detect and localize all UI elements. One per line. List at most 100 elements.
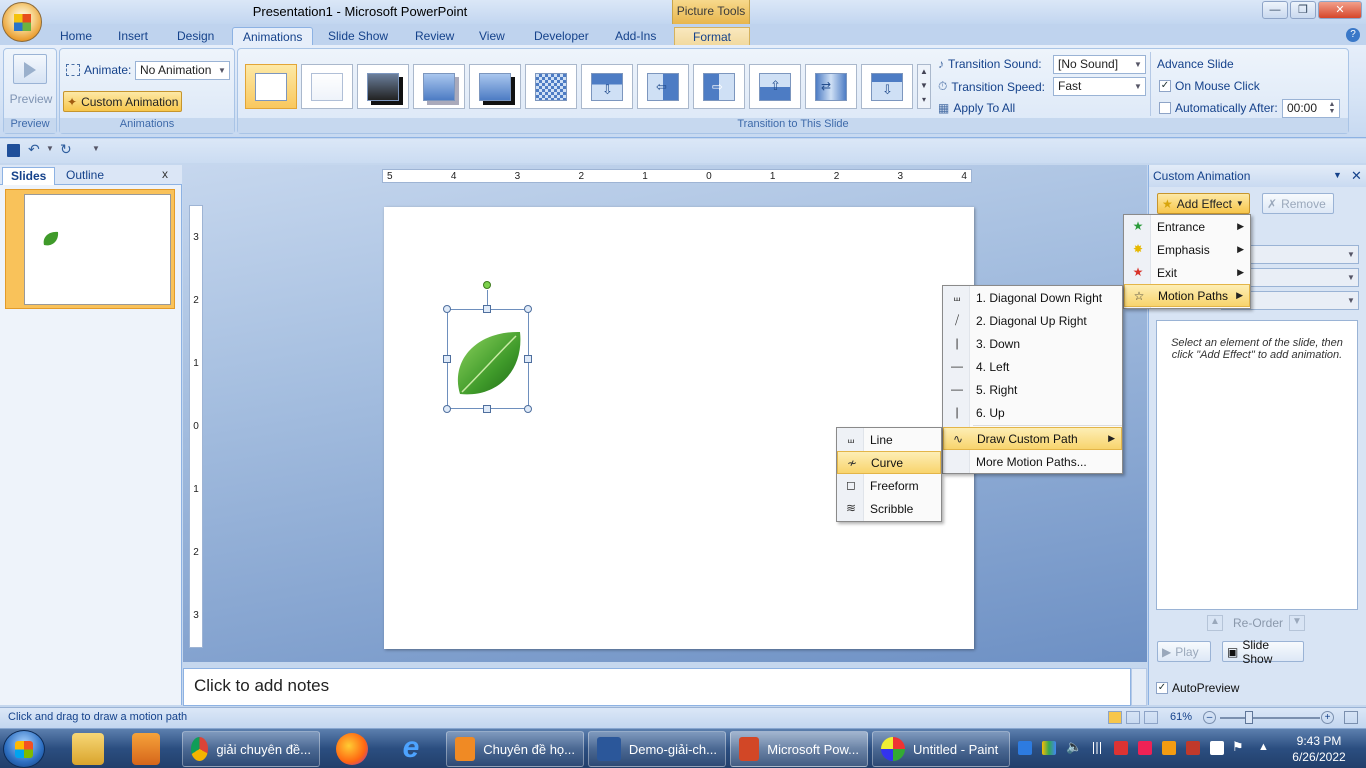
taskbar-item-paint[interactable]: Untitled - Paint bbox=[872, 731, 1010, 767]
taskbar-item-chrome[interactable]: giải chuyên đề... bbox=[182, 731, 320, 767]
minimize-button[interactable]: — bbox=[1262, 1, 1288, 19]
menu-item-left[interactable]: — 4. Left bbox=[943, 355, 1122, 378]
tab-outline[interactable]: Outline bbox=[58, 167, 112, 185]
menu-item-entrance[interactable]: ★ Entrance ▶ bbox=[1124, 215, 1250, 238]
on-mouse-click-checkbox[interactable]: ✓ On Mouse Click bbox=[1159, 79, 1260, 93]
normal-view-icon[interactable] bbox=[1108, 711, 1122, 724]
close-button[interactable]: ✕ bbox=[1318, 1, 1362, 19]
play-button[interactable]: ▶ Play bbox=[1157, 641, 1211, 662]
tab-review[interactable]: Review bbox=[405, 27, 464, 47]
menu-item-right[interactable]: — 5. Right bbox=[943, 378, 1122, 401]
resize-handle-top-right[interactable] bbox=[524, 305, 532, 313]
start-button[interactable] bbox=[3, 730, 45, 768]
resize-handle-right[interactable] bbox=[524, 355, 532, 363]
tray-app-icon[interactable] bbox=[1162, 741, 1176, 755]
tab-developer[interactable]: Developer bbox=[524, 27, 599, 47]
transition-dissolve[interactable] bbox=[525, 64, 577, 109]
tab-format[interactable]: Format bbox=[674, 27, 750, 47]
zoom-in-icon[interactable]: + bbox=[1321, 711, 1334, 724]
resize-handle-bottom-right[interactable] bbox=[524, 405, 532, 413]
slide-sorter-icon[interactable] bbox=[1126, 711, 1140, 724]
transition-sound-dropdown[interactable]: [No Sound] ▼ bbox=[1053, 55, 1146, 74]
task-pane-menu-icon[interactable]: ▼ bbox=[1333, 170, 1342, 180]
customize-qat-icon[interactable]: ▼ bbox=[92, 144, 100, 153]
notes-scrollbar[interactable] bbox=[1131, 668, 1147, 706]
menu-item-line[interactable]: ⧢ Line bbox=[837, 428, 941, 451]
transition-fade-smoothly[interactable] bbox=[301, 64, 353, 109]
apply-to-all-button[interactable]: ▦ Apply To All bbox=[938, 101, 1015, 115]
redo-icon[interactable]: ↻ bbox=[60, 141, 72, 158]
slide-thumbnail[interactable] bbox=[5, 189, 175, 309]
transition-cut-through-black[interactable] bbox=[469, 64, 521, 109]
menu-item-draw-custom-path[interactable]: ∿ Draw Custom Path ▶ bbox=[943, 427, 1122, 450]
custom-animation-button[interactable]: ✦ Custom Animation bbox=[63, 91, 183, 112]
network-icon[interactable] bbox=[1090, 742, 1104, 754]
close-panel-icon[interactable]: x bbox=[162, 167, 168, 181]
media-player-icon[interactable] bbox=[132, 733, 160, 765]
tray-unikey-icon[interactable] bbox=[1138, 741, 1152, 755]
undo-icon[interactable]: ↶ bbox=[28, 141, 40, 158]
tab-slide-show[interactable]: Slide Show bbox=[318, 27, 398, 47]
tab-view[interactable]: View bbox=[469, 27, 515, 47]
zoom-level[interactable]: 61% bbox=[1170, 711, 1192, 723]
transition-split[interactable]: ⇄ bbox=[805, 64, 857, 109]
menu-item-diagonal-up-right[interactable]: ⧸ 2. Diagonal Up Right bbox=[943, 309, 1122, 332]
tab-add-ins[interactable]: Add-Ins bbox=[605, 27, 666, 47]
menu-item-more-motion-paths[interactable]: More Motion Paths... bbox=[943, 450, 1122, 473]
slide-show-button[interactable]: ▣ Slide Show bbox=[1222, 638, 1304, 666]
task-pane-close-icon[interactable]: ✕ bbox=[1351, 168, 1362, 184]
transition-wipe-down[interactable]: ⇩ bbox=[581, 64, 633, 109]
zoom-slider[interactable] bbox=[1220, 717, 1320, 719]
slide-show-view-icon[interactable] bbox=[1144, 711, 1158, 724]
resize-handle-top-left[interactable] bbox=[443, 305, 451, 313]
menu-item-motion-paths[interactable]: ☆ Motion Paths ▶ bbox=[1124, 284, 1250, 307]
transition-gallery-scroll[interactable]: ▲ ▼ ▾ bbox=[917, 64, 931, 109]
taskbar-item-pdf[interactable]: Chuyên đề họ... bbox=[446, 731, 584, 767]
menu-item-curve[interactable]: ≁ Curve bbox=[837, 451, 941, 474]
help-icon[interactable]: ? bbox=[1346, 28, 1360, 42]
maximize-button[interactable]: ❐ bbox=[1290, 1, 1316, 19]
transition-wipe-left[interactable]: ⇦ bbox=[637, 64, 689, 109]
transition-wipe-up[interactable]: ⇧ bbox=[749, 64, 801, 109]
resize-handle-bottom-left[interactable] bbox=[443, 405, 451, 413]
save-icon[interactable] bbox=[7, 144, 20, 157]
menu-item-exit[interactable]: ★ Exit ▶ bbox=[1124, 261, 1250, 284]
transition-speed-dropdown[interactable]: Fast ▼ bbox=[1053, 77, 1146, 96]
action-center-flag-icon[interactable]: ⚑ bbox=[1232, 739, 1244, 755]
transition-fade-through-black[interactable] bbox=[357, 64, 409, 109]
reorder-up-icon[interactable]: ▲ bbox=[1207, 615, 1223, 631]
zoom-slider-thumb[interactable] bbox=[1245, 711, 1253, 724]
remove-button[interactable]: ✗ Remove bbox=[1262, 193, 1334, 214]
transition-uncover-down[interactable]: ⇩ bbox=[861, 64, 913, 109]
menu-item-up[interactable]: | 6. Up bbox=[943, 401, 1122, 424]
menu-item-down[interactable]: | 3. Down bbox=[943, 332, 1122, 355]
resize-handle-top[interactable] bbox=[483, 305, 491, 313]
tray-adobe-icon[interactable] bbox=[1114, 741, 1128, 755]
reorder-down-icon[interactable]: ▼ bbox=[1289, 615, 1305, 631]
show-hidden-icon[interactable]: ▲ bbox=[1258, 741, 1269, 753]
internet-explorer-icon[interactable]: e bbox=[395, 733, 427, 765]
tray-app2-icon[interactable] bbox=[1210, 741, 1224, 755]
tab-animations[interactable]: Animations bbox=[232, 27, 314, 47]
autopreview-checkbox[interactable]: ✓ AutoPreview bbox=[1156, 681, 1239, 695]
transition-cut[interactable] bbox=[413, 64, 465, 109]
menu-item-freeform[interactable]: ◻ Freeform bbox=[837, 474, 941, 497]
taskbar-item-word[interactable]: Demo-giải-ch... bbox=[588, 731, 726, 767]
tab-design[interactable]: Design bbox=[167, 27, 224, 47]
tray-vivaldi-icon[interactable] bbox=[1186, 741, 1200, 755]
taskbar-item-powerpoint[interactable]: Microsoft Pow... bbox=[730, 731, 868, 767]
tab-insert[interactable]: Insert bbox=[108, 27, 158, 47]
tab-slides[interactable]: Slides bbox=[2, 167, 56, 185]
office-button[interactable] bbox=[2, 2, 42, 42]
system-clock[interactable]: 9:43 PM 6/26/2022 bbox=[1284, 733, 1354, 765]
transition-none[interactable] bbox=[245, 64, 297, 109]
add-effect-button[interactable]: ★ Add Effect ▼ bbox=[1157, 193, 1250, 214]
notes-pane[interactable]: Click to add notes bbox=[183, 668, 1131, 706]
zoom-out-icon[interactable]: – bbox=[1203, 711, 1216, 724]
transition-wipe-right[interactable]: ⇨ bbox=[693, 64, 745, 109]
auto-after-spinner[interactable]: 00:00 ▲ ▼ bbox=[1282, 99, 1340, 118]
volume-icon[interactable]: 🔈 bbox=[1066, 739, 1082, 755]
firefox-icon[interactable] bbox=[336, 733, 368, 765]
animation-list[interactable]: Select an element of the slide, then cli… bbox=[1156, 320, 1358, 610]
tray-drive-icon[interactable] bbox=[1042, 741, 1056, 755]
